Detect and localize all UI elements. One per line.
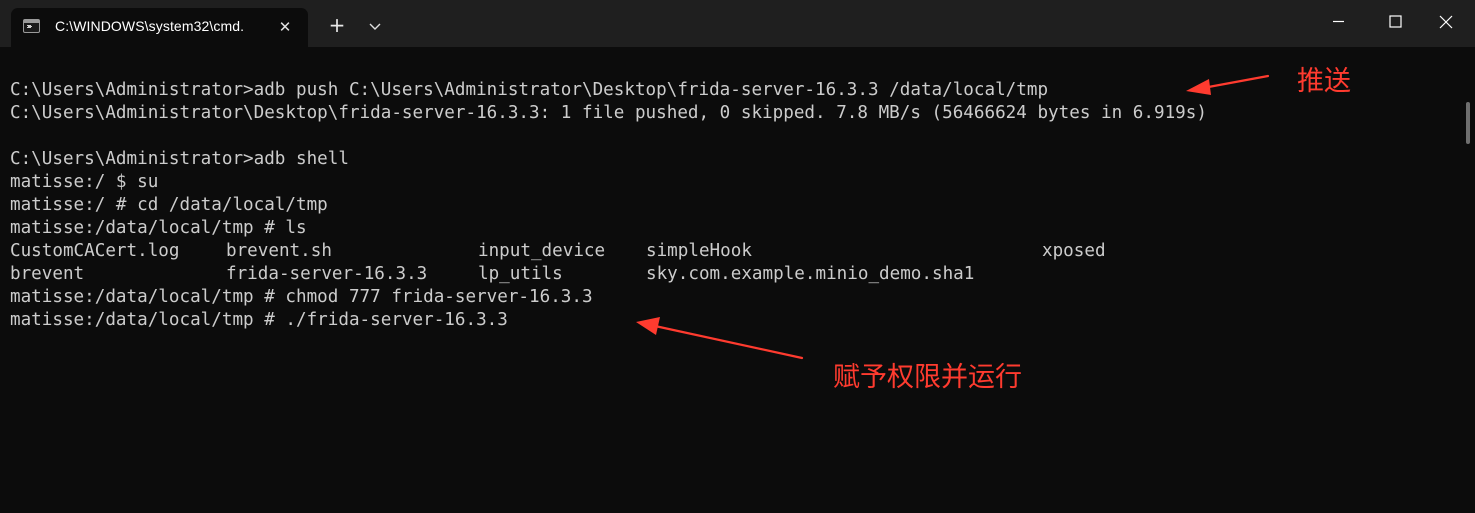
cmd-icon <box>23 19 40 33</box>
ls-entry: brevent.sh <box>226 241 332 261</box>
close-icon <box>1439 15 1453 29</box>
tab-title: C:\WINDOWS\system32\cmd. <box>55 18 245 34</box>
new-tab-button[interactable]: + <box>326 14 348 36</box>
scrollbar[interactable] <box>1466 102 1470 144</box>
minimize-icon <box>1333 20 1344 23</box>
terminal-window: C:\WINDOWS\system32\cmd. ✕ + C:\Users\Ad… <box>0 0 1475 513</box>
push-annotation: 推送 <box>1297 66 1351 97</box>
terminal-line: matisse:/data/local/tmp # ls <box>10 218 307 238</box>
ls-entry: simpleHook <box>646 241 752 261</box>
tab-dropdown-button[interactable] <box>364 15 386 37</box>
tab-cmd[interactable]: C:\WINDOWS\system32\cmd. ✕ <box>11 8 308 47</box>
ls-entry: lp_utils <box>478 264 563 284</box>
run-annotation: 赋予权限并运行 <box>833 362 1022 393</box>
minimize-button[interactable] <box>1309 0 1367 44</box>
terminal-line: matisse:/data/local/tmp # chmod 777 frid… <box>10 287 593 307</box>
chevron-down-icon <box>369 23 381 30</box>
ls-entry: brevent <box>10 264 85 284</box>
terminal-output[interactable]: C:\Users\Administrator>adb push C:\Users… <box>0 47 1475 513</box>
terminal-line: C:\Users\Administrator>adb shell <box>10 149 349 169</box>
ls-entry: xposed <box>1042 241 1106 261</box>
terminal-line: matisse:/ # cd /data/local/tmp <box>10 195 328 215</box>
close-button[interactable] <box>1417 0 1475 44</box>
tab-close-button[interactable]: ✕ <box>275 17 295 37</box>
terminal-line: matisse:/data/local/tmp # ./frida-server… <box>10 310 508 330</box>
title-bar: C:\WINDOWS\system32\cmd. ✕ + <box>0 0 1475 47</box>
terminal-line: C:\Users\Administrator>adb push C:\Users… <box>10 80 1049 100</box>
terminal-line: C:\Users\Administrator\Desktop\frida-ser… <box>10 103 1207 123</box>
ls-entry: sky.com.example.minio_demo.sha1 <box>646 264 975 284</box>
terminal-line: matisse:/ $ su <box>10 172 159 192</box>
ls-entry: CustomCACert.log <box>10 241 180 261</box>
ls-entry: input_device <box>478 241 606 261</box>
ls-entry: frida-server-16.3.3 <box>226 264 428 284</box>
